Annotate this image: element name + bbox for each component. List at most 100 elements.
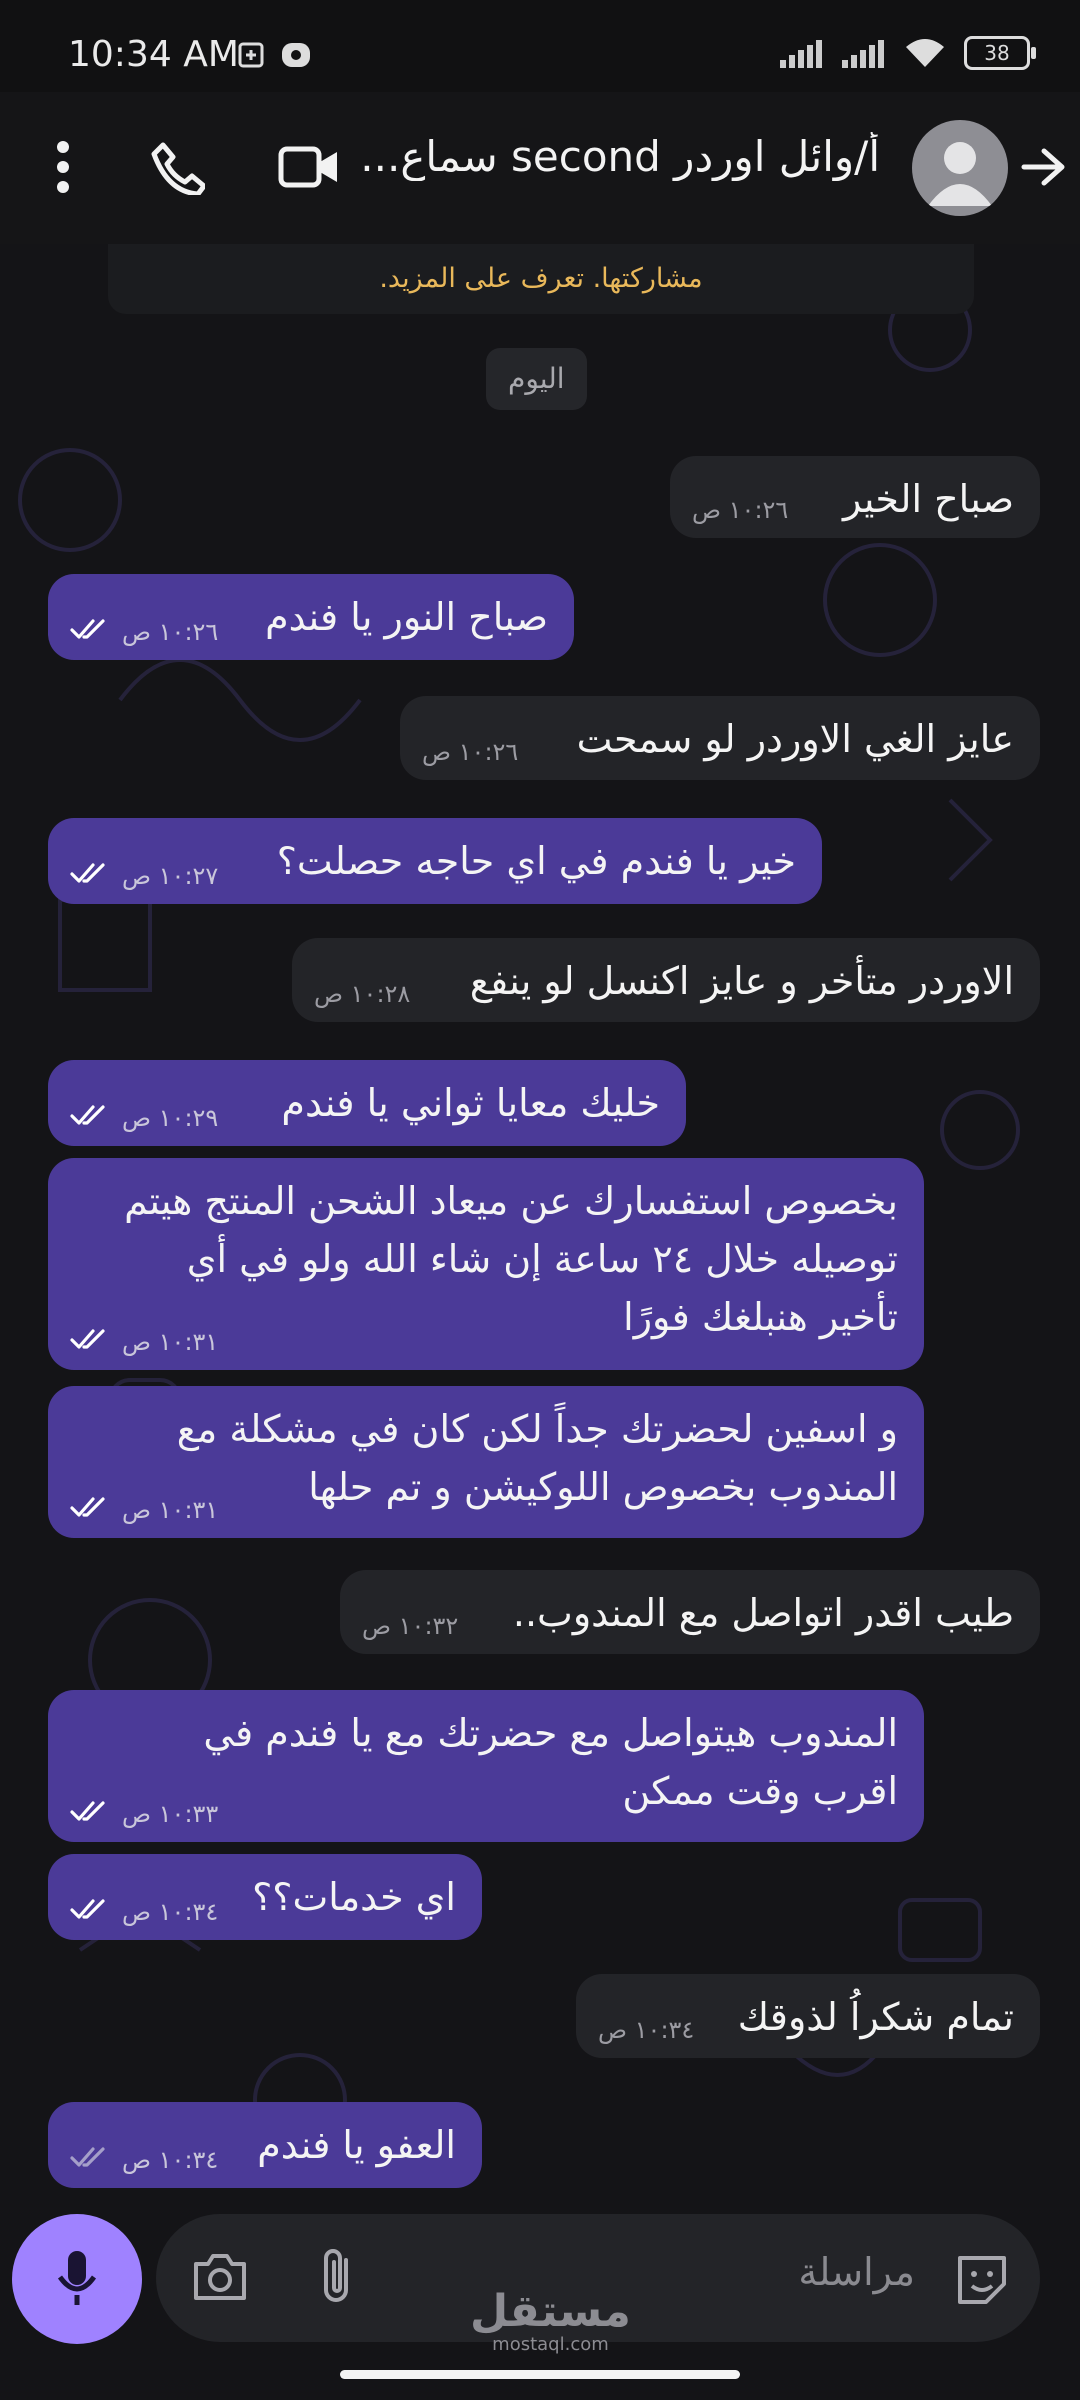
message-text: العفو يا فندم bbox=[257, 2116, 456, 2174]
message-line: الاوردر متأخر و عايز اكنسل لو ينفع bbox=[469, 959, 1014, 1003]
message-time: ١٠:٢٦ ص bbox=[422, 738, 519, 766]
more-options-icon[interactable] bbox=[18, 122, 108, 212]
contact-avatar[interactable] bbox=[912, 120, 1008, 216]
message-meta: ١٠:٢٦ ص bbox=[422, 738, 518, 766]
watermark-latin: mostaql.com bbox=[492, 2334, 609, 2355]
status-time: 10:34 AM bbox=[68, 34, 239, 75]
message-line: اقرب وقت ممكن bbox=[622, 1769, 898, 1813]
message-meta: ١٠:٢٦ ص bbox=[692, 496, 788, 524]
message-line: اي خدمات؟؟ bbox=[252, 1875, 456, 1919]
message-line: المندوب بخصوص اللوكيشن و تم حلها bbox=[308, 1465, 898, 1509]
message-text: صباح الخير bbox=[843, 470, 1014, 528]
incoming-message[interactable]: طيب اقدر اتواصل مع المندوب.. ١٠:٣٢ ص bbox=[340, 1570, 1040, 1654]
message-line: صباح النور يا فندم bbox=[265, 595, 548, 639]
message-line: عايز الغي الاوردر لو سمحت bbox=[576, 717, 1014, 761]
message-time: ١٠:٢٧ ص bbox=[122, 862, 219, 890]
outgoing-message[interactable]: خير يا فندم في اي حاجه حصلت؟ ١٠:٢٧ ص bbox=[48, 818, 822, 904]
outgoing-message[interactable]: و اسفين لحضرتك جداً لكن كان في مشكلة مع ا… bbox=[48, 1386, 924, 1538]
message-meta: ١٠:٣١ ص bbox=[70, 1328, 218, 1356]
message-time: ١٠:٢٨ ص bbox=[314, 980, 411, 1008]
read-tick-icon bbox=[70, 1496, 112, 1524]
message-input[interactable]: مراسلة bbox=[798, 2250, 915, 2294]
message-line: بخصوص استفسارك عن ميعاد الشحن المنتج هيت… bbox=[124, 1179, 898, 1223]
voice-call-icon[interactable] bbox=[132, 122, 222, 212]
message-line: طيب اقدر اتواصل مع المندوب.. bbox=[512, 1591, 1014, 1635]
attachment-icon[interactable] bbox=[316, 2246, 356, 2308]
chat-header: أ/وائل اوردر second سماع... bbox=[0, 92, 1080, 244]
read-tick-icon bbox=[70, 1800, 112, 1828]
encryption-notice[interactable]: مشاركتها. تعرف على المزيد. bbox=[108, 244, 974, 314]
voice-record-button[interactable] bbox=[12, 2214, 142, 2344]
notification-icon bbox=[282, 43, 310, 67]
back-arrow-icon[interactable] bbox=[998, 122, 1080, 212]
signal-icon-2 bbox=[842, 40, 884, 68]
message-meta: ١٠:٢٨ ص bbox=[314, 980, 410, 1008]
message-line: تأخير هنبلغك فورًا bbox=[623, 1295, 898, 1339]
outgoing-message[interactable]: اي خدمات؟؟ ١٠:٣٤ ص bbox=[48, 1854, 482, 1940]
outgoing-message[interactable]: المندوب هيتواصل مع حضرتك مع يا فندم في اق… bbox=[48, 1690, 924, 1842]
message-text: بخصوص استفسارك عن ميعاد الشحن المنتج هيت… bbox=[124, 1172, 898, 1346]
message-text: الاوردر متأخر و عايز اكنسل لو ينفع bbox=[470, 952, 1014, 1010]
message-line: المندوب هيتواصل مع حضرتك مع يا فندم في bbox=[203, 1711, 898, 1755]
sim-icon bbox=[238, 42, 264, 68]
message-time: ١٠:٣٤ ص bbox=[122, 1898, 219, 1926]
contact-name[interactable]: أ/وائل اوردر second سماع... bbox=[340, 132, 880, 181]
message-time: ١٠:٢٦ ص bbox=[692, 496, 789, 524]
signal-icon bbox=[780, 40, 822, 68]
message-time: ١٠:٣٤ ص bbox=[598, 2016, 695, 2044]
message-time: ١٠:٢٩ ص bbox=[122, 1104, 219, 1132]
read-tick-icon bbox=[70, 1898, 112, 1926]
message-text: المندوب هيتواصل مع حضرتك مع يا فندم في اق… bbox=[203, 1704, 898, 1820]
message-line: خير يا فندم في اي حاجه حصلت؟ bbox=[276, 839, 796, 883]
read-tick-icon bbox=[70, 618, 112, 646]
message-line: خليك معايا ثواني يا فندم bbox=[281, 1081, 660, 1125]
message-text: خير يا فندم في اي حاجه حصلت؟ bbox=[277, 832, 796, 890]
message-meta: ١٠:٣٤ ص bbox=[598, 2016, 694, 2044]
message-meta: ١٠:٢٦ ص bbox=[70, 618, 218, 646]
watermark-arabic: مستقل bbox=[470, 2286, 631, 2337]
message-time: ١٠:٢٦ ص bbox=[122, 618, 219, 646]
message-text: صباح النور يا فندم bbox=[265, 588, 548, 646]
message-time: ١٠:٣٤ ص bbox=[122, 2146, 219, 2174]
message-line: و اسفين لحضرتك جداً لكن كان في مشكلة مع bbox=[176, 1407, 898, 1451]
message-text: و اسفين لحضرتك جداً لكن كان في مشكلة مع ا… bbox=[177, 1400, 898, 1516]
message-meta: ١٠:٣١ ص bbox=[70, 1496, 218, 1524]
message-text: خليك معايا ثواني يا فندم bbox=[281, 1074, 660, 1132]
incoming-message[interactable]: عايز الغي الاوردر لو سمحت ١٠:٢٦ ص bbox=[400, 696, 1040, 780]
message-time: ١٠:٣١ ص bbox=[122, 1328, 219, 1356]
microphone-icon bbox=[57, 2251, 97, 2305]
sticker-icon[interactable] bbox=[954, 2252, 1010, 2308]
message-text: تمام شكراُ لذوقك bbox=[738, 1988, 1014, 2046]
message-time: ١٠:٣٣ ص bbox=[122, 1800, 219, 1828]
incoming-message[interactable]: تمام شكراُ لذوقك ١٠:٣٤ ص bbox=[576, 1974, 1040, 2058]
message-text: اي خدمات؟؟ bbox=[252, 1868, 456, 1926]
message-line: توصيله خلال ٢٤ ساعة إن شاء الله ولو في أ… bbox=[186, 1237, 898, 1281]
outgoing-message[interactable]: العفو يا فندم ١٠:٣٤ ص bbox=[48, 2102, 482, 2188]
read-tick-icon bbox=[70, 1104, 112, 1132]
watermark: مستقل mostaql.com bbox=[470, 2286, 631, 2356]
outgoing-message[interactable]: صباح النور يا فندم ١٠:٢٦ ص bbox=[48, 574, 574, 660]
message-text: طيب اقدر اتواصل مع المندوب.. bbox=[513, 1584, 1014, 1642]
read-tick-icon bbox=[70, 1328, 112, 1356]
message-meta: ١٠:٣٣ ص bbox=[70, 1800, 218, 1828]
wifi-icon bbox=[906, 39, 944, 67]
message-line: صباح الخير bbox=[842, 477, 1014, 521]
message-line: العفو يا فندم bbox=[257, 2123, 456, 2167]
date-chip: اليوم bbox=[486, 348, 587, 410]
status-bar: 10:34 AM 38 bbox=[0, 0, 1080, 92]
outgoing-message[interactable]: خليك معايا ثواني يا فندم ١٠:٢٩ ص bbox=[48, 1060, 686, 1146]
message-meta: ١٠:٣٢ ص bbox=[362, 1612, 458, 1640]
message-meta: ١٠:٢٩ ص bbox=[70, 1104, 218, 1132]
chat-area[interactable]: مشاركتها. تعرف على المزيد. اليوم صباح ال… bbox=[0, 244, 1080, 2204]
incoming-message[interactable]: صباح الخير ١٠:٢٦ ص bbox=[670, 456, 1040, 538]
delivered-tick-icon bbox=[70, 2146, 112, 2174]
incoming-message[interactable]: الاوردر متأخر و عايز اكنسل لو ينفع ١٠:٢٨ … bbox=[292, 938, 1040, 1022]
battery-icon: 38 bbox=[964, 36, 1036, 70]
outgoing-message[interactable]: بخصوص استفسارك عن ميعاد الشحن المنتج هيت… bbox=[48, 1158, 924, 1370]
message-meta: ١٠:٣٤ ص bbox=[70, 2146, 218, 2174]
camera-icon[interactable] bbox=[192, 2252, 248, 2302]
message-text: عايز الغي الاوردر لو سمحت bbox=[577, 710, 1014, 768]
message-meta: ١٠:٣٤ ص bbox=[70, 1898, 218, 1926]
home-indicator[interactable] bbox=[340, 2370, 740, 2379]
read-tick-icon bbox=[70, 862, 112, 890]
